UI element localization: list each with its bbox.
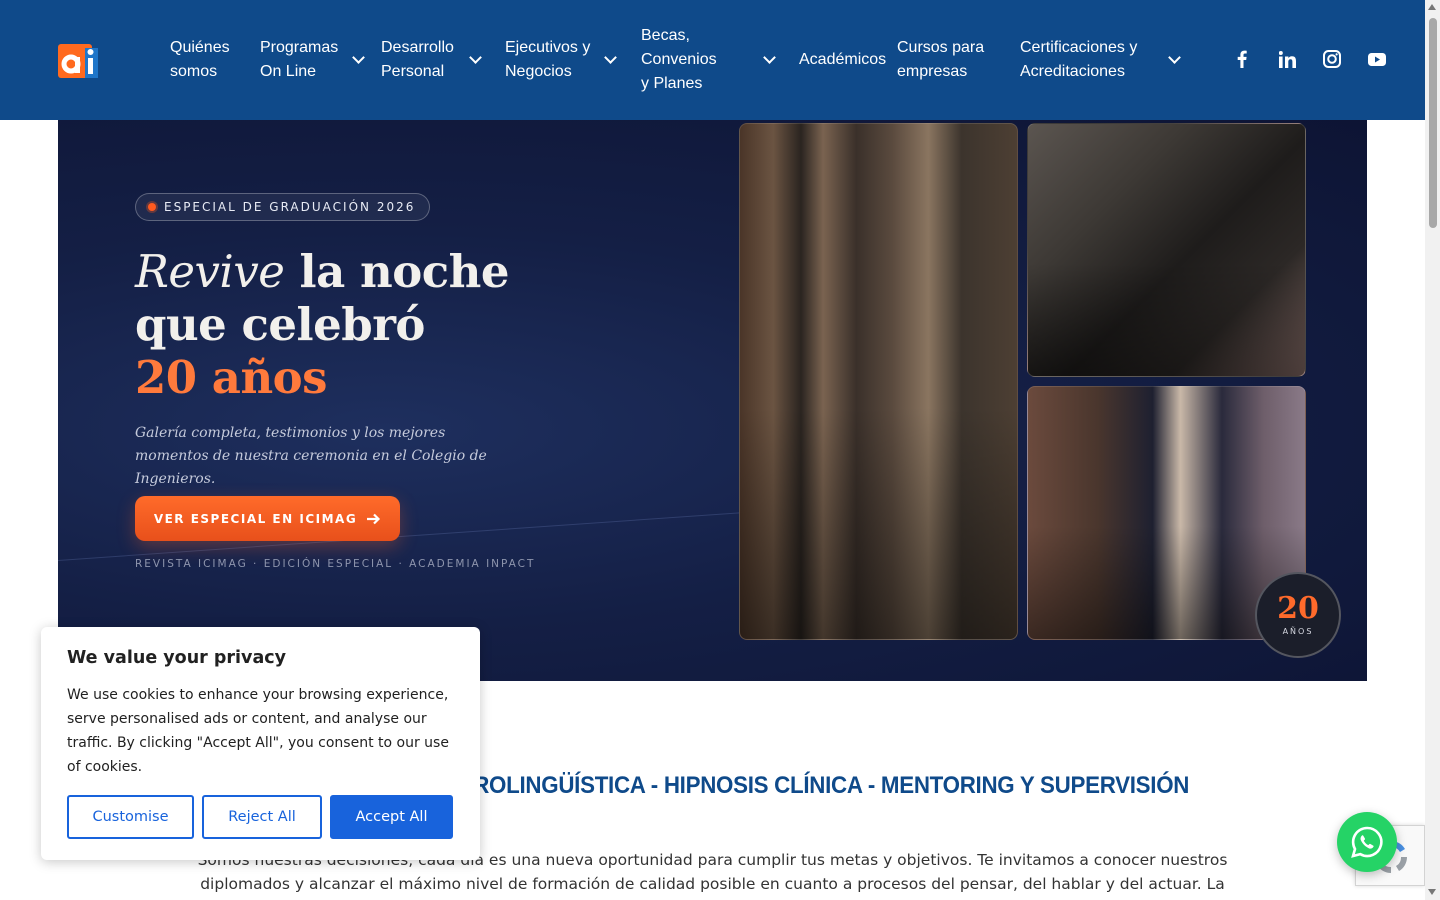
dot-icon [148,203,156,211]
whatsapp-icon [1351,826,1383,858]
main-nav: Quiénes somos Programas On Line Desarrol… [170,27,1188,92]
nav-item-label: Ejecutivos y Negocios [505,39,591,80]
site-header: Quiénes somos Programas On Line Desarrol… [0,0,1425,120]
customise-button[interactable]: Customise [67,795,194,839]
seal-number: 20 [1277,591,1319,626]
facebook-icon[interactable] [1230,47,1254,71]
hero-banner[interactable]: ESPECIAL DE GRADUACIÓN 2026 Revive la no… [58,120,1367,681]
nav-item-desarrollo-personal[interactable]: Desarrollo Personal [381,36,505,84]
chevron-down-icon [763,51,776,64]
graduation-photo-2 [1027,123,1306,377]
nav-item-label: Certificaciones y Acreditaciones [1020,39,1138,80]
hero-badge-label: ESPECIAL DE GRADUACIÓN 2026 [164,200,416,214]
nav-item-quienes-somos[interactable]: Quiénes somos [170,36,260,84]
accept-all-button[interactable]: Accept All [330,795,453,839]
hero-footer: REVISTA ICIMAG · EDICIÓN ESPECIAL · ACAD… [135,558,536,570]
scroll-up-icon[interactable] [1428,4,1436,10]
nav-item-label: Becas, Convenios y Planes [641,27,717,92]
arrow-right-icon [367,513,381,524]
instagram-icon[interactable] [1320,47,1344,71]
headline-line3: 20 años [135,351,328,404]
cookie-banner: We value your privacy We use cookies to … [41,627,480,860]
linkedin-icon[interactable] [1275,47,1299,71]
headline-line2: que celebró [135,298,425,351]
headline-line1: la noche [284,245,510,298]
nav-item-ejecutivos-negocios[interactable]: Ejecutivos y Negocios [505,36,641,84]
hero-subtitle: Galería completa, testimonios y los mejo… [135,425,487,487]
site-logo[interactable] [58,36,98,78]
page: Quiénes somos Programas On Line Desarrol… [0,0,1440,900]
nav-item-programas-online[interactable]: Programas On Line [260,36,381,84]
nav-item-label: Académicos [799,51,887,68]
ver-especial-button[interactable]: VER ESPECIAL EN ICIMAG [135,496,400,541]
hero-badge: ESPECIAL DE GRADUACIÓN 2026 [135,193,431,221]
page-scrollbar[interactable] [1425,0,1440,900]
nav-item-certificaciones[interactable]: Certificaciones y Acreditaciones [1020,36,1188,84]
scroll-thumb[interactable] [1429,18,1437,228]
nav-item-academicos[interactable]: Académicos [799,48,897,72]
youtube-icon[interactable] [1365,47,1389,71]
chevron-down-icon [352,51,365,64]
chevron-down-icon [1168,51,1181,64]
nav-item-becas-convenios[interactable]: Becas, Convenios y Planes [641,24,799,96]
graduation-photo-1 [739,123,1018,640]
whatsapp-button[interactable] [1337,812,1397,872]
anniversary-seal: 20 AÑOS [1255,572,1341,658]
cookie-text: We use cookies to enhance your browsing … [67,687,449,775]
reject-all-button[interactable]: Reject All [202,795,322,839]
chevron-down-icon [604,51,617,64]
cta-label: VER ESPECIAL EN ICIMAG [153,511,358,526]
nav-item-label: Desarrollo Personal [381,39,454,80]
photo-shade [1028,262,1305,376]
photo-shade [740,407,1017,639]
chevron-down-icon [469,51,482,64]
headline-italic: Revive [135,245,285,298]
cookie-title: We value your privacy [67,648,287,668]
hero-headline: Revive la noche que celebró 20 años [135,245,695,404]
scroll-down-icon[interactable] [1428,889,1436,895]
nav-item-label: Programas On Line [260,39,339,80]
nav-item-label: Quiénes somos [170,39,230,80]
seal-text: AÑOS [1282,627,1314,636]
nav-item-label: Cursos para empresas [897,39,985,80]
nav-item-cursos-empresas[interactable]: Cursos para empresas [897,36,1020,84]
